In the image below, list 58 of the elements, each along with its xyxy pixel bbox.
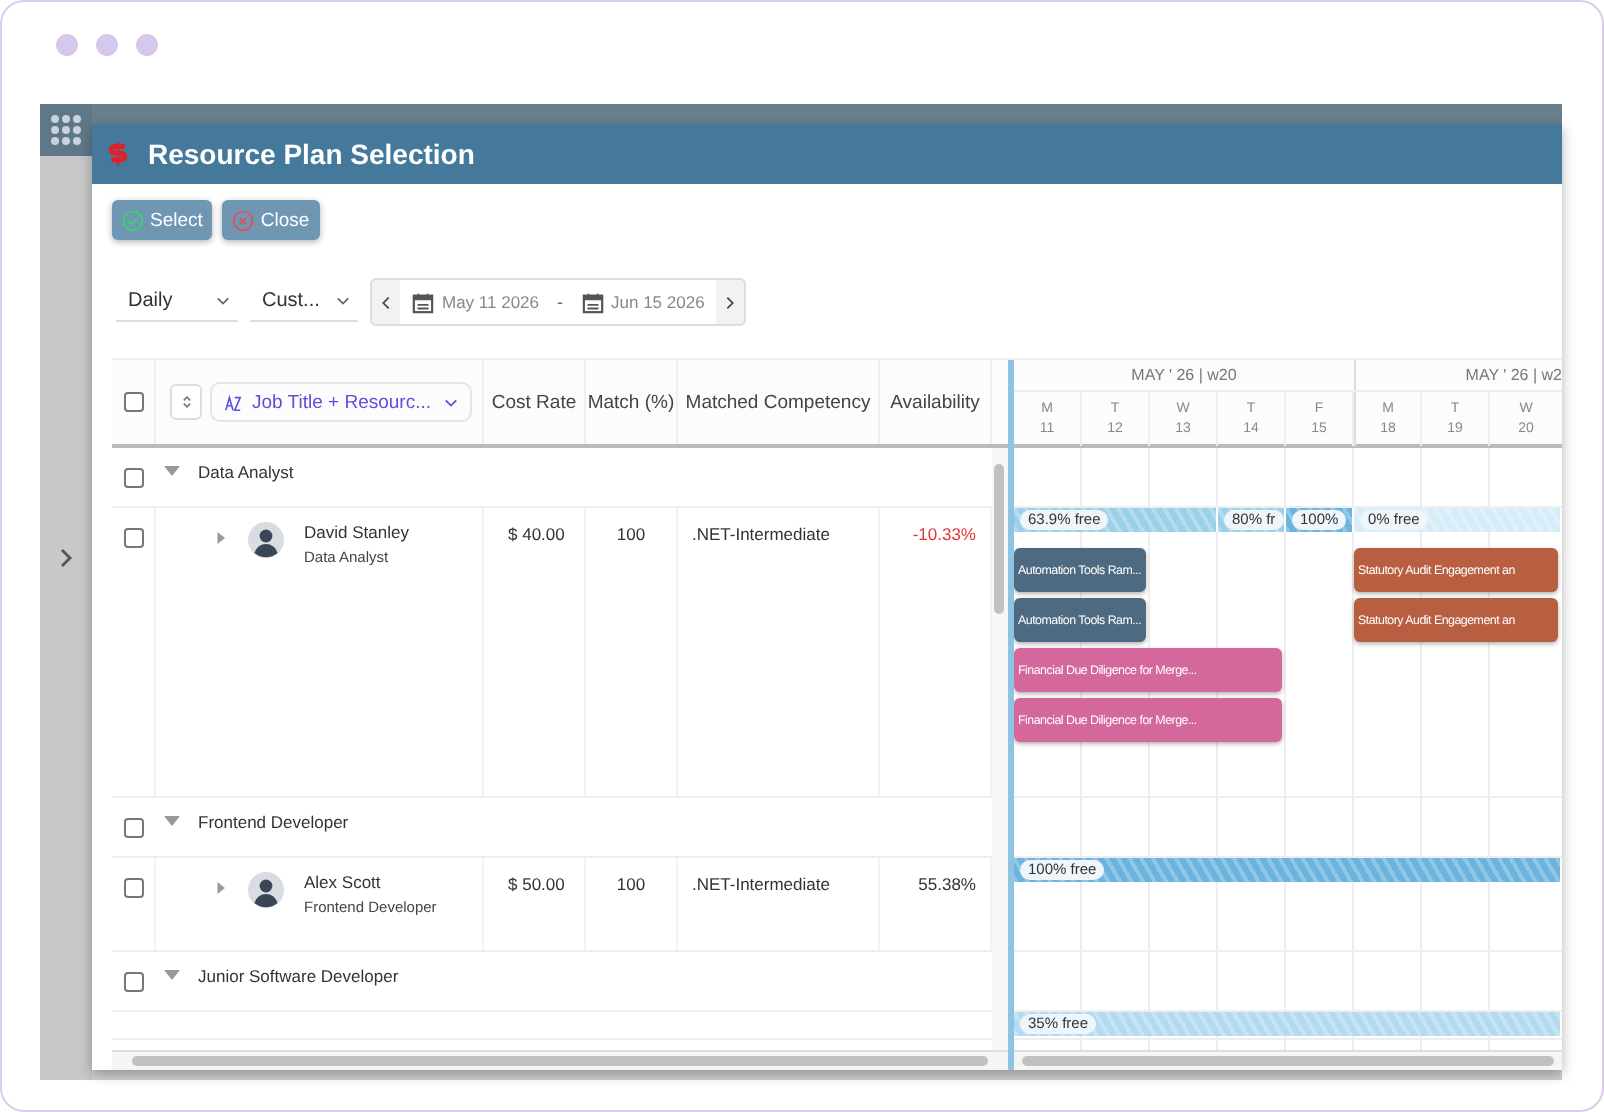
row-checkbox[interactable] xyxy=(124,971,144,991)
row-checkbox[interactable] xyxy=(123,528,143,548)
week-header: MAY ' 26 | w2 xyxy=(1463,364,1562,388)
group-title: Frontend Developer xyxy=(198,811,349,831)
sort-button[interactable] xyxy=(170,384,202,420)
expand-caret-icon[interactable] xyxy=(164,813,180,829)
avatar-icon xyxy=(248,872,284,908)
window-dot-icon xyxy=(136,34,158,56)
caret-icon xyxy=(336,296,350,306)
column-header[interactable]: Match (%) xyxy=(586,360,678,444)
group-title: Junior Software Developer xyxy=(198,965,399,985)
row-checkbox[interactable] xyxy=(124,817,144,837)
horizontal-scrollbar[interactable] xyxy=(1014,1050,1562,1070)
horizontal-scrollbar[interactable] xyxy=(112,1050,1008,1070)
calendar-icon xyxy=(581,291,604,313)
resource-name: Alex Scott xyxy=(304,872,383,892)
dialog-title: Resource Plan Selection xyxy=(148,138,475,170)
resource-name: David Stanley xyxy=(304,522,409,542)
vertical-scrollbar[interactable] xyxy=(992,448,1008,1050)
logo-icon xyxy=(108,140,128,168)
avatar-icon xyxy=(248,522,284,558)
group-by-dropdown[interactable]: Job Title + Resourc... xyxy=(210,382,472,422)
expand-caret-icon[interactable] xyxy=(216,880,228,896)
caret-icon xyxy=(216,296,230,306)
cost-rate-cell: $ 40.00 xyxy=(484,508,586,796)
sort-az-icon xyxy=(224,393,242,411)
row-checkbox[interactable] xyxy=(123,878,143,898)
expand-caret-icon[interactable] xyxy=(164,463,180,479)
window-dot-icon xyxy=(56,34,78,56)
chevron-right-icon xyxy=(726,295,735,309)
close-circle-icon xyxy=(232,209,255,231)
row-checkbox[interactable] xyxy=(124,467,144,487)
match-cell: 100 xyxy=(586,508,678,796)
column-header[interactable]: Matched Competency xyxy=(678,360,880,444)
competency-cell: .NET-Intermediate xyxy=(678,858,880,950)
expand-caret-icon[interactable] xyxy=(216,530,228,546)
view-dropdown[interactable]: Daily xyxy=(116,282,238,322)
sort-icon xyxy=(181,394,191,410)
chevron-left-icon xyxy=(382,295,390,309)
end-date-field[interactable]: Jun 15 2026 xyxy=(611,292,705,312)
window-dot-icon xyxy=(96,34,118,56)
start-date-field[interactable]: May 11 2026 xyxy=(442,292,540,312)
cost-rate-cell: $ 50.00 xyxy=(484,858,586,950)
column-header[interactable]: Cost Rate xyxy=(484,360,586,444)
match-cell: 100 xyxy=(586,858,678,950)
select-all-checkbox[interactable] xyxy=(123,392,143,412)
competency-cell: .NET-Intermediate xyxy=(678,508,880,796)
range-separator: - xyxy=(557,292,564,312)
column-header[interactable]: Availability xyxy=(880,360,992,444)
week-header: MAY ' 26 | w20 xyxy=(1014,360,1356,390)
calendar-icon xyxy=(412,291,434,313)
caret-icon xyxy=(444,397,458,407)
expand-caret-icon[interactable] xyxy=(164,967,180,983)
app-grid-icon[interactable] xyxy=(50,114,82,146)
group-title: Data Analyst xyxy=(198,461,294,481)
range-dropdown[interactable]: Cust... xyxy=(250,282,358,322)
expand-chevron-icon[interactable] xyxy=(60,548,72,568)
check-circle-icon xyxy=(122,209,144,231)
